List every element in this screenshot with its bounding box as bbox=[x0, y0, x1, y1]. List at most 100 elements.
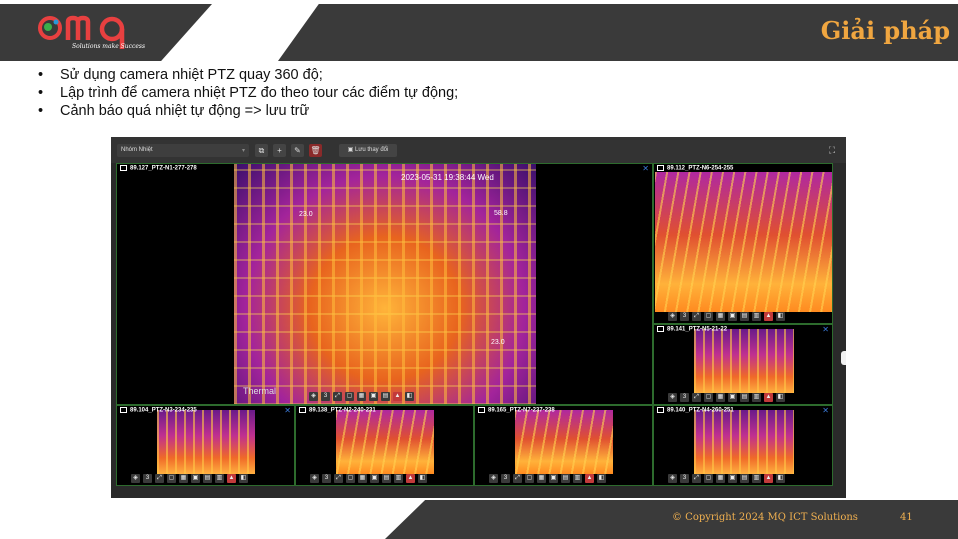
snapshot-icon[interactable]: ▤ bbox=[561, 474, 570, 483]
close-icon[interactable]: ✕ bbox=[822, 325, 829, 334]
zoom-icon[interactable]: ▢ bbox=[525, 474, 534, 483]
lock-icon[interactable]: ◧ bbox=[418, 474, 427, 483]
settings-icon[interactable]: ▥ bbox=[573, 474, 582, 483]
grid-icon[interactable]: ▦ bbox=[358, 474, 367, 483]
preset-icon[interactable]: 3 bbox=[680, 393, 689, 402]
lock-icon[interactable]: ◧ bbox=[776, 393, 785, 402]
expand-icon[interactable]: ⤢ bbox=[513, 474, 522, 483]
grid-icon[interactable]: ▦ bbox=[716, 474, 725, 483]
preset-icon[interactable]: 3 bbox=[143, 474, 152, 483]
thermal-image bbox=[694, 329, 794, 393]
alarm-icon[interactable]: ▲ bbox=[764, 393, 773, 402]
pane-controls: ◈ 3 ⤢ ▢ ▦ ▣ ▤ ▥ ▲ ◧ bbox=[310, 474, 427, 483]
preset-icon[interactable]: 3 bbox=[680, 312, 689, 321]
zoom-icon[interactable]: ▢ bbox=[704, 393, 713, 402]
settings-icon[interactable]: ▥ bbox=[394, 474, 403, 483]
grid-icon[interactable]: ▦ bbox=[716, 312, 725, 321]
record-icon[interactable]: ▣ bbox=[191, 474, 200, 483]
alarm-icon[interactable]: ▲ bbox=[585, 474, 594, 483]
expand-icon[interactable]: ⤢ bbox=[155, 474, 164, 483]
alarm-icon[interactable]: ▲ bbox=[227, 474, 236, 483]
grid-icon[interactable]: ▦ bbox=[179, 474, 188, 483]
snapshot-icon[interactable]: ▤ bbox=[382, 474, 391, 483]
alarm-icon[interactable]: ▲ bbox=[764, 474, 773, 483]
side-panel-toggle[interactable] bbox=[841, 351, 846, 365]
ptz-icon[interactable]: ◈ bbox=[131, 474, 140, 483]
expand-icon[interactable]: ⤢ bbox=[692, 312, 701, 321]
thermal-image bbox=[336, 410, 434, 474]
preset-icon[interactable]: 3 bbox=[321, 392, 330, 401]
snapshot-icon[interactable]: ▤ bbox=[740, 393, 749, 402]
save-changes-button[interactable]: ▣ Lưu thay đổi bbox=[339, 144, 397, 157]
record-icon[interactable]: ▣ bbox=[728, 393, 737, 402]
record-icon[interactable]: ▣ bbox=[549, 474, 558, 483]
expand-icon[interactable]: ⤢ bbox=[692, 393, 701, 402]
ptz-icon[interactable]: ◈ bbox=[668, 312, 677, 321]
settings-icon[interactable]: ▥ bbox=[752, 393, 761, 402]
camera-pane[interactable]: 89.141_PTZ-N5-21-22 ✕ ◈ 3 ⤢ ▢ ▦ ▣ ▤ ▥ ▲ ◧ bbox=[653, 324, 833, 405]
lock-icon[interactable]: ◧ bbox=[239, 474, 248, 483]
camera-pane[interactable]: 89.112_PTZ-N6-254-255 ◈ 3 ⤢ ▢ ▦ ▣ ▤ ▥ ▲ ◧ bbox=[653, 163, 833, 324]
zoom-icon[interactable]: ▢ bbox=[704, 312, 713, 321]
expand-icon[interactable]: ⤢ bbox=[333, 392, 342, 401]
preset-icon[interactable]: 3 bbox=[322, 474, 331, 483]
camera-pane[interactable]: 89.165_PTZ-N7-237-238 ◈ 3 ⤢ ▢ ▦ ▣ ▤ ▥ ▲ ◧ bbox=[474, 405, 653, 486]
close-icon[interactable]: ✕ bbox=[642, 164, 649, 173]
ptz-icon[interactable]: ◈ bbox=[310, 474, 319, 483]
zoom-icon[interactable]: ▢ bbox=[704, 474, 713, 483]
close-icon[interactable]: ✕ bbox=[822, 406, 829, 415]
lock-icon[interactable]: ◧ bbox=[776, 474, 785, 483]
lock-icon[interactable]: ◧ bbox=[405, 392, 414, 401]
record-icon[interactable]: ▣ bbox=[370, 474, 379, 483]
pane-controls: ◈ 3 ⤢ ▢ ▦ ▣ ▤ ▥ ▲ ◧ bbox=[131, 474, 248, 483]
bullet-item: • Cảnh báo quá nhiệt tự động => lưu trữ bbox=[38, 103, 310, 119]
alarm-icon[interactable]: ▲ bbox=[393, 392, 402, 401]
camera-pane[interactable]: 89.138_PTZ-N2-240-231 ◈ 3 ⤢ ▢ ▦ ▣ ▤ ▥ ▲ ◧ bbox=[295, 405, 474, 486]
settings-icon[interactable]: ▥ bbox=[215, 474, 224, 483]
zoom-icon[interactable]: ▢ bbox=[167, 474, 176, 483]
camera-pane[interactable]: 89.140_PTZ-N4-260-251 ✕ ◈ 3 ⤢ ▢ ▦ ▣ ▤ ▥ ▲ ◧ bbox=[653, 405, 833, 486]
fullscreen-icon[interactable]: ⛶ bbox=[826, 144, 838, 156]
close-icon[interactable]: ✕ bbox=[284, 406, 291, 415]
ptz-icon[interactable]: ◈ bbox=[489, 474, 498, 483]
camera-pane-main[interactable]: 89.127_PTZ-N1-277-278 ✕ 2023-05-31 19:38… bbox=[116, 163, 653, 405]
camera-icon bbox=[657, 407, 664, 413]
lock-icon[interactable]: ◧ bbox=[776, 312, 785, 321]
copy-icon[interactable]: ⧉ bbox=[255, 144, 268, 157]
group-select[interactable]: Nhóm Nhiệt ▾ bbox=[117, 144, 249, 157]
snapshot-icon[interactable]: ▤ bbox=[381, 392, 390, 401]
ptz-icon[interactable]: ◈ bbox=[309, 392, 318, 401]
ptz-icon[interactable]: ◈ bbox=[668, 393, 677, 402]
record-icon[interactable]: ▣ bbox=[728, 312, 737, 321]
record-icon[interactable]: ▣ bbox=[369, 392, 378, 401]
delete-icon[interactable]: 🗑 bbox=[309, 144, 322, 157]
settings-icon[interactable]: ▥ bbox=[752, 474, 761, 483]
alarm-icon[interactable]: ▲ bbox=[764, 312, 773, 321]
thermal-image bbox=[157, 410, 255, 474]
expand-icon[interactable]: ⤢ bbox=[692, 474, 701, 483]
snapshot-icon[interactable]: ▤ bbox=[203, 474, 212, 483]
zoom-icon[interactable]: ▢ bbox=[345, 392, 354, 401]
preset-icon[interactable]: 3 bbox=[680, 474, 689, 483]
edit-icon[interactable]: ✎ bbox=[291, 144, 304, 157]
alarm-icon[interactable]: ▲ bbox=[406, 474, 415, 483]
expand-icon[interactable]: ⤢ bbox=[334, 474, 343, 483]
pane-title: 89.140_PTZ-N4-260-251 bbox=[657, 407, 734, 414]
ptz-icon[interactable]: ◈ bbox=[668, 474, 677, 483]
save-label: Lưu thay đổi bbox=[354, 147, 389, 153]
pane-title: 89.104_PTZ-N3-234-235 bbox=[120, 407, 197, 414]
settings-icon[interactable]: ▥ bbox=[752, 312, 761, 321]
plus-icon[interactable]: + bbox=[273, 144, 286, 157]
grid-icon[interactable]: ▦ bbox=[537, 474, 546, 483]
zoom-icon[interactable]: ▢ bbox=[346, 474, 355, 483]
grid-icon[interactable]: ▦ bbox=[357, 392, 366, 401]
pane-title: 89.165_PTZ-N7-237-238 bbox=[478, 407, 555, 414]
snapshot-icon[interactable]: ▤ bbox=[740, 474, 749, 483]
snapshot-icon[interactable]: ▤ bbox=[740, 312, 749, 321]
lock-icon[interactable]: ◧ bbox=[597, 474, 606, 483]
preset-icon[interactable]: 3 bbox=[501, 474, 510, 483]
camera-icon bbox=[120, 165, 127, 171]
record-icon[interactable]: ▣ bbox=[728, 474, 737, 483]
grid-icon[interactable]: ▦ bbox=[716, 393, 725, 402]
camera-pane[interactable]: 89.104_PTZ-N3-234-235 ✕ ◈ 3 ⤢ ▢ ▦ ▣ ▤ ▥ ▲ ◧ bbox=[116, 405, 295, 486]
